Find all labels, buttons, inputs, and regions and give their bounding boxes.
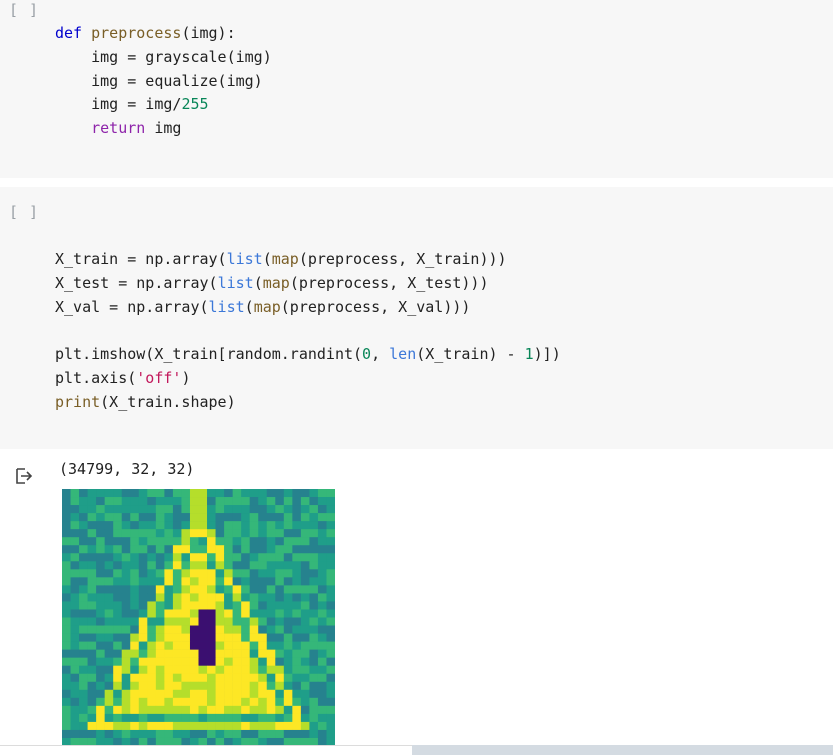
horizontal-scrollbar[interactable] [0,745,833,755]
run-cell-button[interactable]: [ ] [9,1,39,19]
code-line: X_train = np.array(list(map(preprocess, … [55,250,507,268]
code-line: def preprocess(img): [55,24,236,42]
run-cell-button[interactable]: [ ] [9,203,39,221]
code-line: X_val = np.array(list(map(preprocess, X_… [55,297,471,316]
code-line: plt.axis('off') [55,368,191,387]
code-line: X_test = np.array(list(map(preprocess, X… [55,273,489,292]
output-arrow-icon[interactable] [14,466,34,486]
code-editor-1[interactable]: def preprocess(img): img = grayscale(img… [55,22,272,141]
output-text: (34799, 32, 32) [59,460,195,478]
code-line: return img [91,119,182,138]
code-editor-2[interactable]: X_train = np.array(list(map(preprocess, … [55,248,561,415]
code-line: print(X_train.shape) [55,392,236,411]
code-line: plt.imshow(X_train[random.randint(0, len… [55,345,561,364]
scrollbar-thumb[interactable] [0,745,412,755]
traffic-sign-image [62,489,335,746]
scrollbar-track[interactable] [412,745,833,755]
code-line: img = equalize(img) [55,71,263,90]
code-line: img = grayscale(img) [55,47,272,66]
code-line: img = img/255 [55,95,209,114]
